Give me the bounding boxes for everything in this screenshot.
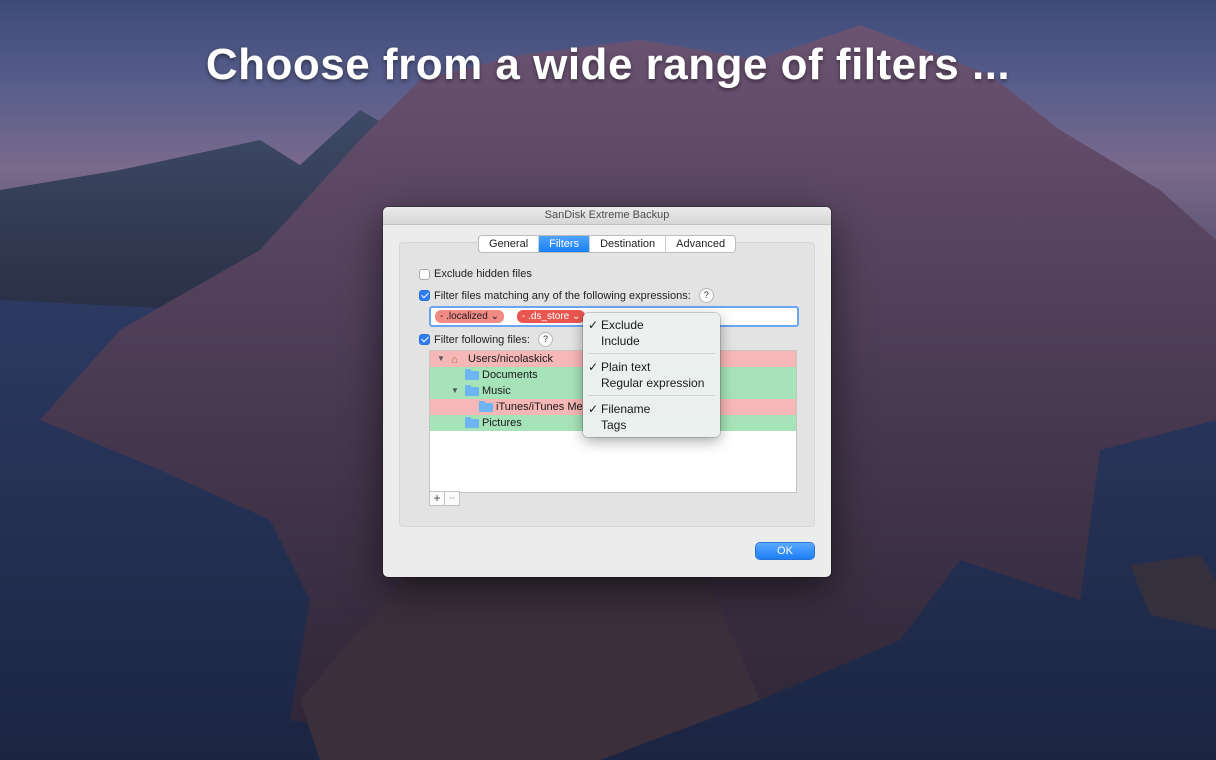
menu-item-label: Regular expression [601, 376, 705, 390]
home-icon: ⌂ [451, 354, 458, 366]
exclude-hidden-checkbox[interactable] [419, 268, 430, 280]
chevron-down-icon: ⌄ [572, 311, 581, 322]
folder-icon [465, 417, 479, 428]
checkmark-icon: ✓ [588, 318, 599, 332]
filter-expressions-row: Filter files matching any of the followi… [419, 288, 714, 303]
disclosure-triangle-icon[interactable]: ▼ [437, 351, 445, 367]
menu-item-label: Filename [601, 402, 651, 416]
tab-general[interactable]: General [479, 236, 540, 252]
menu-item-label: Tags [601, 418, 627, 432]
menu-item-tags[interactable]: Tags [601, 417, 626, 433]
checkmark-icon: ✓ [588, 360, 599, 374]
file-name: Users/nicolaskick [468, 353, 553, 365]
chevron-down-icon: ⌄ [490, 311, 499, 322]
tab-bar: General Filters Destination Advanced [478, 235, 737, 253]
ok-button[interactable]: OK [756, 543, 814, 559]
exclude-hidden-row: Exclude hidden files [419, 268, 532, 280]
tab-filters[interactable]: Filters [539, 236, 591, 252]
file-name: Pictures [482, 417, 522, 429]
menu-item-regular-expression[interactable]: Regular expression [601, 375, 704, 391]
menu-separator [588, 353, 715, 354]
filter-files-checkbox[interactable] [419, 334, 430, 345]
menu-item-plain-text[interactable]: ✓ Plain text [588, 359, 651, 375]
menu-item-label: Include [601, 334, 640, 348]
folder-icon [465, 385, 479, 396]
filter-expressions-label: Filter files matching any of the followi… [434, 289, 691, 302]
menu-item-exclude[interactable]: ✓ Exclude [588, 317, 644, 333]
menu-item-label: Plain text [601, 360, 651, 374]
window-title: SanDisk Extreme Backup [383, 207, 831, 225]
menu-separator [588, 395, 715, 396]
disclosure-triangle-icon[interactable]: ▼ [451, 383, 459, 399]
add-button[interactable]: + [429, 491, 445, 506]
filter-expressions-checkbox[interactable] [419, 290, 430, 301]
filter-files-row: Filter following files: ? [419, 332, 553, 347]
token-localized[interactable]: - .localized ⌄ [435, 310, 504, 323]
file-name: Documents [482, 369, 538, 381]
menu-item-label: Exclude [601, 318, 644, 332]
exclude-hidden-label: Exclude hidden files [434, 268, 532, 280]
headline: Choose from a wide range of filters ... [205, 40, 1011, 89]
tab-destination[interactable]: Destination [590, 236, 667, 252]
folder-icon [465, 369, 479, 380]
remove-button[interactable]: − [444, 491, 460, 506]
token-ds-store[interactable]: - .ds_store ⌄ [517, 310, 586, 323]
token-context-menu: ✓ Exclude Include ✓ Plain text Regular e… [583, 313, 720, 437]
filter-files-label: Filter following files: [434, 333, 530, 346]
menu-item-include[interactable]: Include [601, 333, 640, 349]
add-remove-controls: + − [429, 491, 460, 506]
help-button[interactable]: ? [537, 332, 553, 347]
menu-item-filename[interactable]: ✓ Filename [588, 401, 651, 417]
checkmark-icon: ✓ [588, 402, 599, 416]
help-button[interactable]: ? [698, 288, 714, 303]
token-label: - .localized [440, 311, 488, 322]
file-name: Music [482, 385, 511, 397]
folder-icon [479, 401, 493, 412]
tab-advanced[interactable]: Advanced [666, 236, 735, 252]
token-label: - .ds_store [522, 311, 570, 322]
file-name: iTunes/iTunes Me [496, 401, 583, 413]
